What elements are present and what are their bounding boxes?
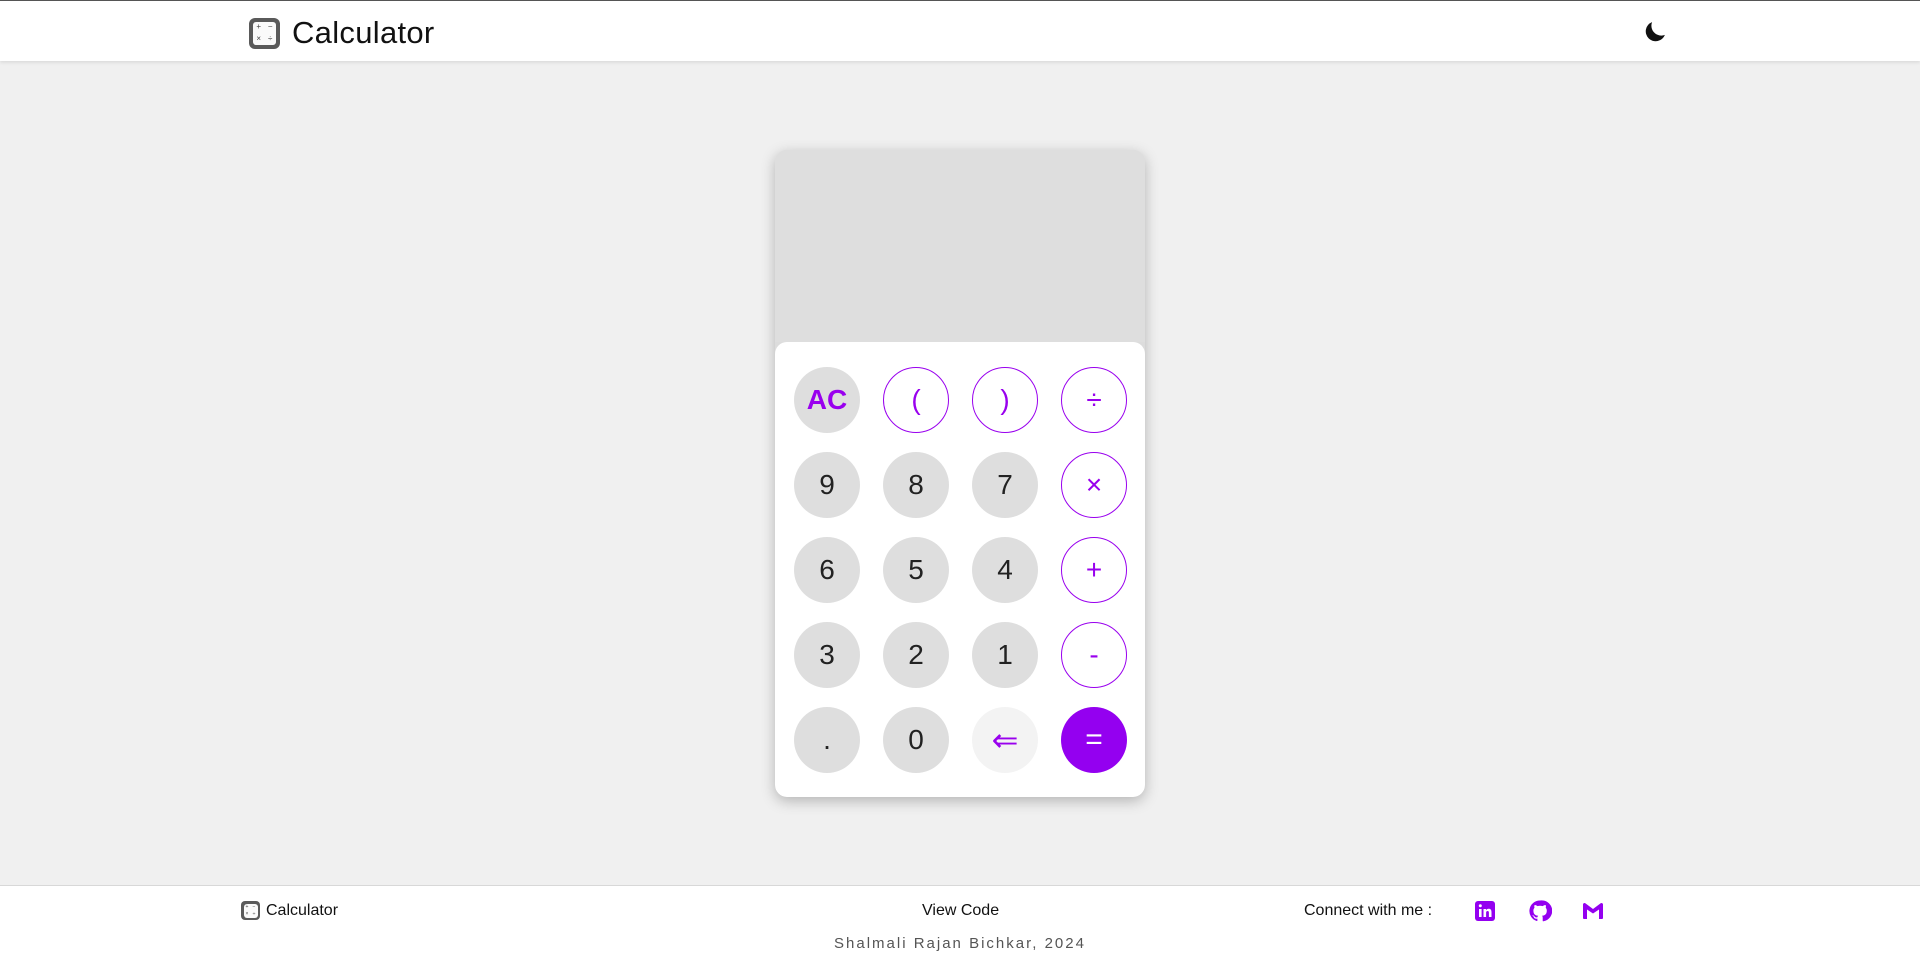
digit-8-button[interactable]: 8: [883, 452, 949, 518]
digit-7-button[interactable]: 7: [972, 452, 1038, 518]
digit-5-button[interactable]: 5: [883, 537, 949, 603]
backspace-button[interactable]: ⇐: [972, 707, 1038, 773]
keypad: AC ( ) ÷ 9 8 7 × 6 5 4 + 3 2 1 - . 0 ⇐ =: [775, 342, 1145, 797]
decimal-point-button[interactable]: .: [794, 707, 860, 773]
top-navbar: + − × ÷ Calculator: [0, 0, 1920, 61]
page-title: Calculator: [292, 15, 435, 50]
digit-3-button[interactable]: 3: [794, 622, 860, 688]
linkedin-icon[interactable]: [1473, 899, 1497, 923]
github-icon[interactable]: [1528, 899, 1552, 923]
calculator-app-icon: + − × ÷: [241, 901, 260, 920]
gmail-icon[interactable]: [1581, 899, 1605, 923]
minus-button[interactable]: -: [1061, 622, 1127, 688]
equals-button[interactable]: =: [1061, 707, 1127, 773]
footer: + − × ÷ Calculator View Code Connect with m…: [0, 885, 1920, 960]
calculator-display: [775, 150, 1145, 342]
open-paren-button[interactable]: (: [883, 367, 949, 433]
copyright-text: Shalmali Rajan Bichkar, 2024: [834, 935, 1086, 952]
digit-2-button[interactable]: 2: [883, 622, 949, 688]
digit-6-button[interactable]: 6: [794, 537, 860, 603]
digit-1-button[interactable]: 1: [972, 622, 1038, 688]
view-code-link[interactable]: View Code: [922, 902, 999, 920]
calculator-app-icon: + − × ÷: [249, 17, 280, 49]
digit-0-button[interactable]: 0: [883, 707, 949, 773]
moon-icon[interactable]: [1641, 18, 1669, 46]
calculator: AC ( ) ÷ 9 8 7 × 6 5 4 + 3 2 1 - . 0 ⇐ =: [775, 150, 1145, 797]
digit-4-button[interactable]: 4: [972, 537, 1038, 603]
footer-brand-label: Calculator: [266, 901, 339, 919]
divide-button[interactable]: ÷: [1061, 367, 1127, 433]
digit-9-button[interactable]: 9: [794, 452, 860, 518]
brand[interactable]: + − × ÷ Calculator: [249, 15, 435, 51]
ac-button[interactable]: AC: [794, 367, 860, 433]
multiply-button[interactable]: ×: [1061, 452, 1127, 518]
plus-button[interactable]: +: [1061, 537, 1127, 603]
footer-brand[interactable]: + − × ÷ Calculator: [241, 901, 338, 920]
close-paren-button[interactable]: ): [972, 367, 1038, 433]
connect-label: Connect with me :: [1304, 902, 1433, 919]
